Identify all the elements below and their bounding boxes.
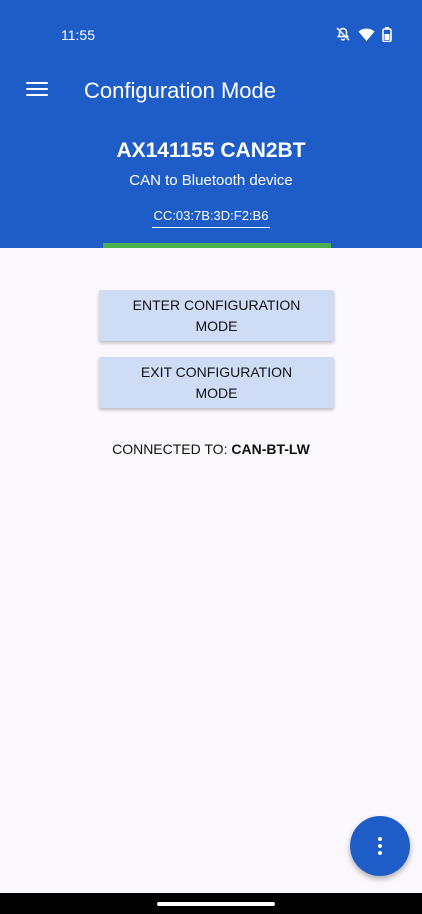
status-bar: 11:55 xyxy=(0,0,422,70)
wifi-icon xyxy=(358,27,375,47)
connection-status-bar xyxy=(103,243,331,248)
page-title: Configuration Mode xyxy=(84,78,277,103)
hamburger-menu-icon[interactable] xyxy=(26,82,48,100)
connection-status-label: CONNECTED TO: xyxy=(112,441,228,457)
home-handle[interactable] xyxy=(157,902,275,906)
app-bar: Configuration Mode xyxy=(0,70,422,114)
device-name: AX141155 CAN2BT xyxy=(116,139,306,162)
connected-device-name: CAN-BT-LW xyxy=(231,441,310,457)
enter-configuration-mode-button[interactable]: ENTER CONFIGURATION MODE xyxy=(99,290,334,341)
app-header: 11:55 Configuration Mode AX141155 CAN2BT… xyxy=(0,0,422,248)
more-options-fab[interactable] xyxy=(350,816,410,876)
battery-icon xyxy=(382,26,392,47)
status-icons xyxy=(335,26,392,47)
connection-status: CONNECTED TO: CAN-BT-LW xyxy=(0,441,422,457)
status-time: 11:55 xyxy=(61,27,95,43)
mac-address-value: CC:03:7B:3D:F2:B6 xyxy=(151,208,271,228)
exit-configuration-mode-button[interactable]: EXIT CONFIGURATION MODE xyxy=(99,357,334,408)
notifications-off-icon xyxy=(335,26,351,47)
system-navigation-bar xyxy=(0,893,422,914)
mac-address: CC:03:7B:3D:F2:B6 xyxy=(0,208,422,228)
device-description: CAN to Bluetooth device xyxy=(129,172,293,189)
